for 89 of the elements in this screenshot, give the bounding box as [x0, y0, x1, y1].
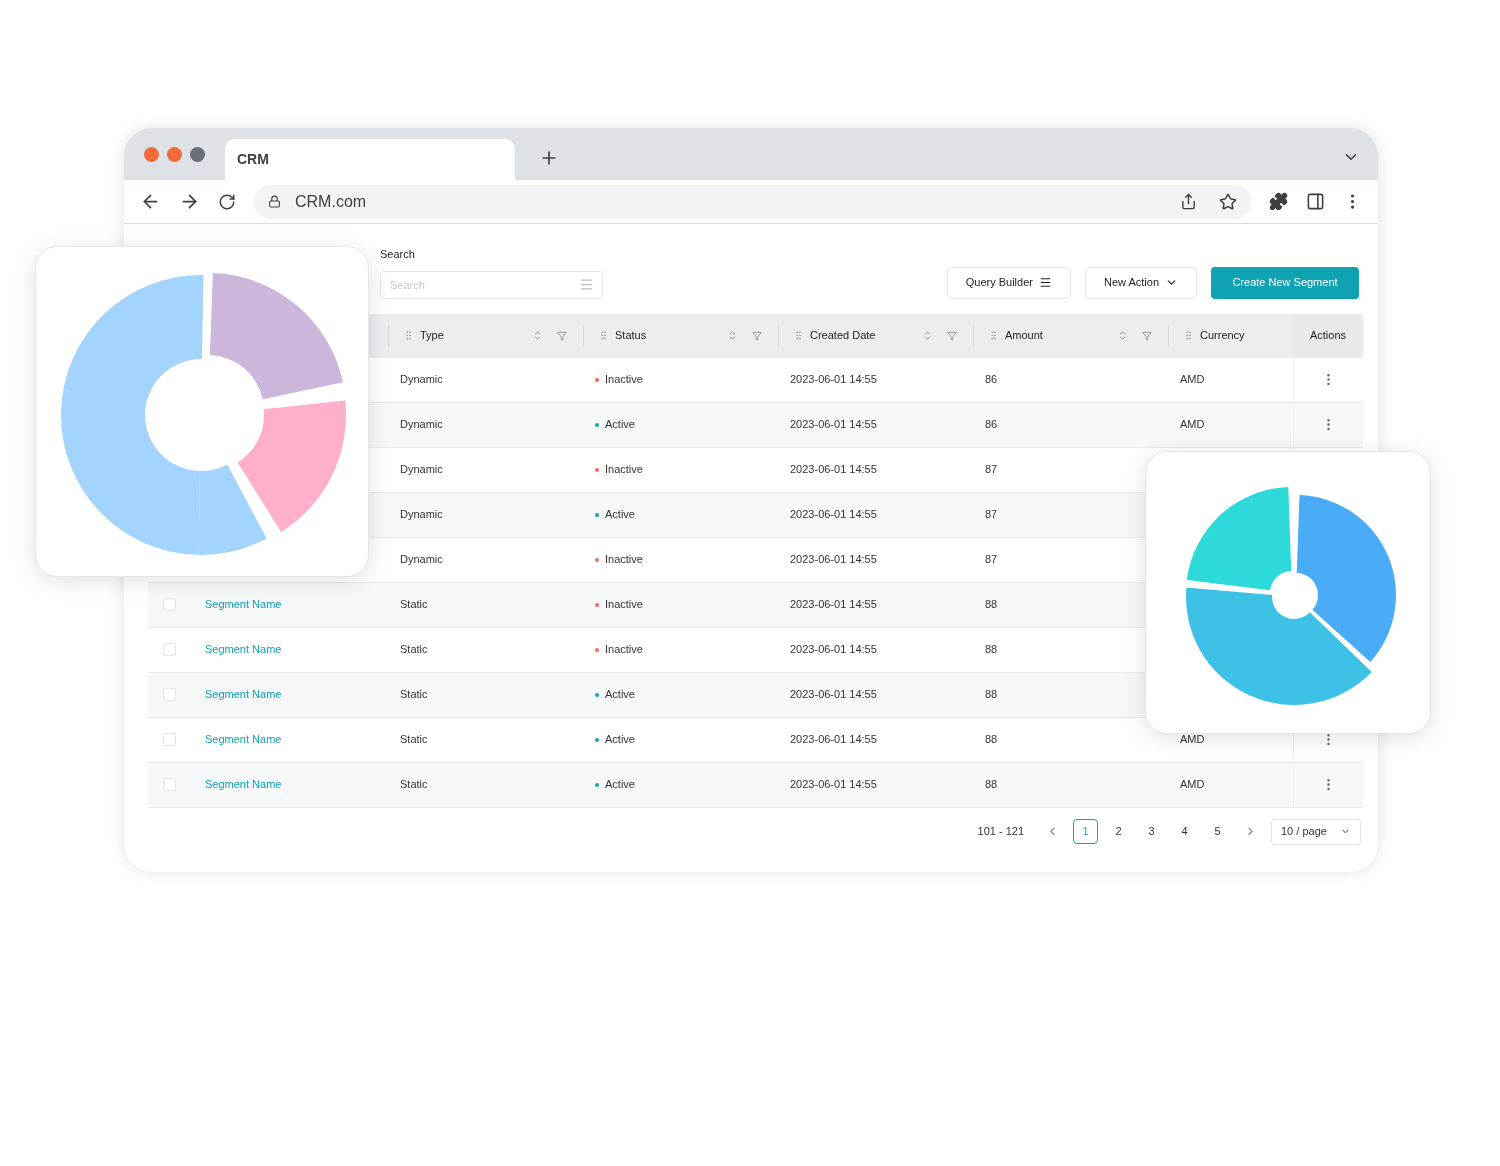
type-text: Dynamic	[400, 418, 443, 431]
row-checkbox[interactable]	[162, 643, 176, 656]
row-checkbox[interactable]	[162, 688, 176, 701]
column-header: Created Date	[810, 328, 877, 344]
type-text: Static	[400, 688, 428, 701]
page-range-text: 101 - 121	[977, 824, 1024, 840]
status-text: Inactive	[605, 372, 643, 388]
currency-text: AMD	[1180, 373, 1205, 386]
filter-icon[interactable]	[947, 330, 957, 341]
type-text: Static	[400, 598, 428, 611]
date-text: 2023-06-01 14:55	[790, 553, 877, 566]
status-text: Inactive	[605, 642, 643, 658]
url-text: CRM.com	[295, 191, 368, 212]
type-text: Dynamic	[400, 508, 443, 521]
filter-icon[interactable]	[557, 330, 567, 341]
status-text: Active	[605, 732, 635, 748]
amount-text: 88	[985, 688, 998, 701]
amount-text: 88	[985, 598, 998, 611]
status-text: Active	[605, 777, 635, 793]
currency-text: AMD	[1180, 733, 1205, 746]
status-text: Active	[605, 417, 635, 433]
search-label: Search	[380, 247, 416, 262]
date-text: 2023-06-01 14:55	[790, 508, 877, 521]
row-checkbox[interactable]	[162, 778, 176, 791]
amount-text: 88	[985, 643, 998, 656]
type-text: Static	[400, 643, 428, 656]
status-text: Inactive	[605, 597, 643, 613]
date-text: 2023-06-01 14:55	[790, 598, 877, 611]
currency-text: AMD	[1180, 418, 1205, 431]
column-header: Status	[615, 328, 648, 344]
status-text: Active	[605, 687, 635, 703]
amount-text: 86	[985, 373, 998, 386]
sort-icon[interactable]	[532, 330, 543, 341]
amount-text: 87	[985, 553, 998, 566]
drag-handle-icon[interactable]	[988, 330, 999, 341]
share-icon[interactable]	[1180, 193, 1197, 210]
currency-text: AMD	[1180, 778, 1205, 791]
date-text: 2023-06-01 14:55	[790, 418, 877, 431]
drag-handle-icon[interactable]	[598, 330, 609, 341]
query-builder-button[interactable]: Query Builder	[946, 266, 1071, 299]
sort-icon[interactable]	[1117, 330, 1128, 341]
amount-text: 88	[985, 778, 998, 791]
reload-icon[interactable]	[218, 192, 236, 211]
amount-text: 87	[985, 463, 998, 476]
row-checkbox[interactable]	[162, 598, 176, 611]
date-text: 2023-06-01 14:55	[790, 778, 877, 791]
page-button[interactable]: 5	[1205, 819, 1230, 844]
type-text: Static	[400, 733, 428, 746]
date-text: 2023-06-01 14:55	[790, 688, 877, 701]
page-button[interactable]: 3	[1139, 819, 1164, 844]
date-text: 2023-06-01 14:55	[790, 643, 877, 656]
filter-icon[interactable]	[752, 330, 762, 341]
date-text: 2023-06-01 14:55	[790, 733, 877, 746]
column-header: Amount	[1005, 328, 1044, 344]
browser-tab[interactable]: CRM	[225, 139, 515, 180]
sort-icon[interactable]	[727, 330, 738, 341]
status-text: Inactive	[605, 462, 643, 478]
column-header: Currency	[1200, 328, 1246, 344]
drag-handle-icon[interactable]	[403, 330, 414, 341]
amount-text: 87	[985, 508, 998, 521]
search-field[interactable]: Search	[380, 270, 603, 299]
page-button[interactable]: 4	[1172, 819, 1197, 844]
drag-handle-icon[interactable]	[1183, 330, 1194, 341]
sort-icon[interactable]	[922, 330, 933, 341]
column-header: Actions	[1309, 328, 1347, 344]
extensions-icon[interactable]	[1269, 192, 1288, 211]
page-size-select[interactable]: 10 / page	[1271, 818, 1361, 845]
amount-text: 88	[985, 733, 998, 746]
page-button[interactable]: 2	[1106, 819, 1131, 844]
amount-text: 86	[985, 418, 998, 431]
date-text: 2023-06-01 14:55	[790, 373, 877, 386]
lines-icon	[579, 276, 594, 292]
date-text: 2023-06-01 14:55	[790, 463, 877, 476]
column-header: Type	[420, 328, 445, 344]
lines-icon	[1038, 276, 1052, 289]
type-text: Dynamic	[400, 463, 443, 476]
bookmark-star-icon[interactable]	[1219, 192, 1237, 211]
new-action-button[interactable]: New Action	[1084, 266, 1197, 299]
side-panel-icon[interactable]	[1306, 192, 1325, 211]
filter-icon[interactable]	[1142, 330, 1152, 341]
drag-handle-icon[interactable]	[793, 330, 804, 341]
type-text: Dynamic	[400, 373, 443, 386]
status-text: Active	[605, 507, 635, 523]
status-text: Inactive	[605, 552, 643, 568]
address-bar[interactable]: CRM.com	[254, 184, 1251, 219]
type-text: Static	[400, 778, 428, 791]
lock-icon	[268, 195, 281, 208]
type-text: Dynamic	[400, 553, 443, 566]
row-checkbox[interactable]	[162, 733, 176, 746]
